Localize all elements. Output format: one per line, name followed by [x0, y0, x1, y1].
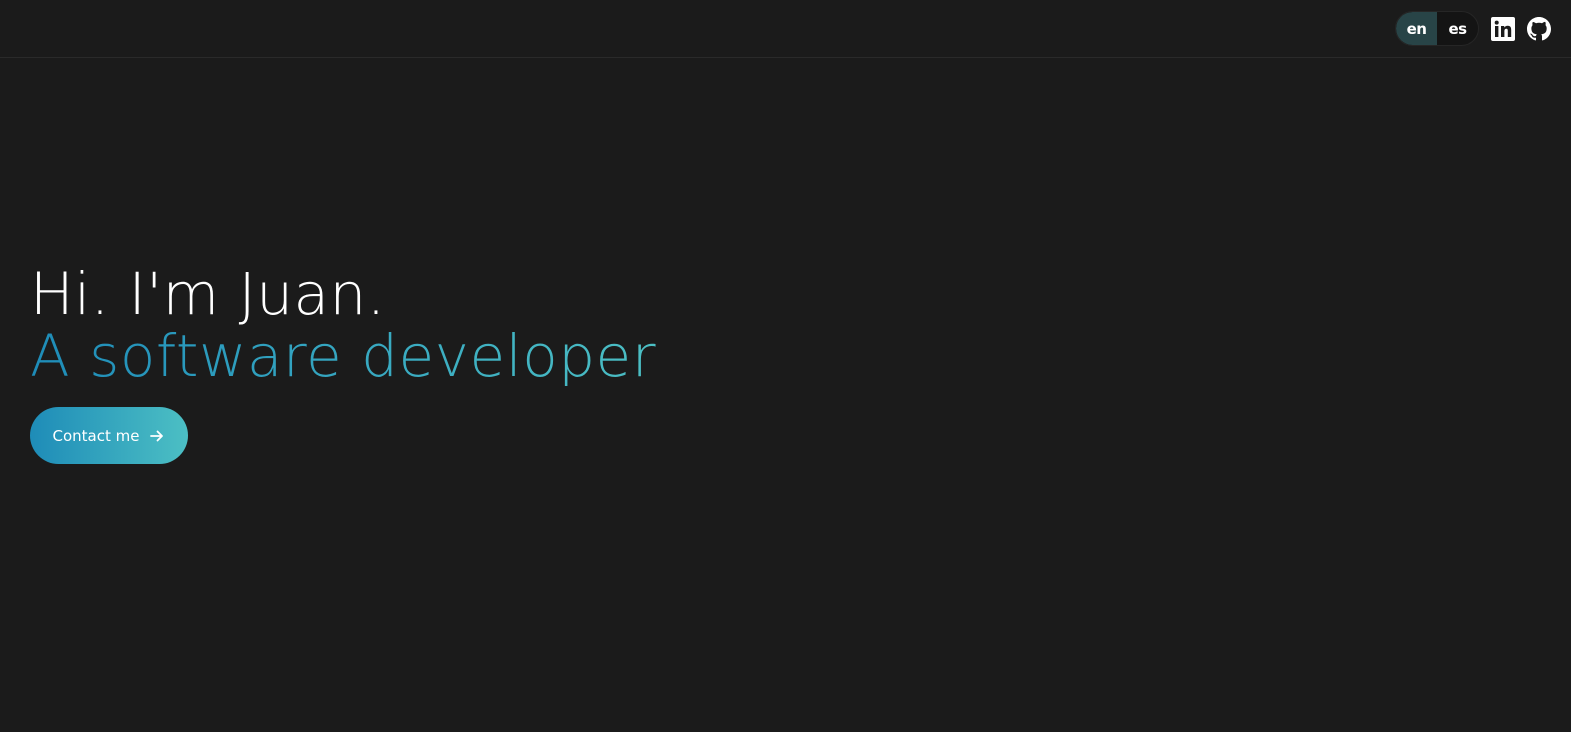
linkedin-icon[interactable]: [1491, 17, 1515, 41]
arrow-right-icon: [149, 428, 165, 444]
top-navbar: en es: [0, 0, 1571, 58]
lang-en-button[interactable]: en: [1396, 12, 1437, 45]
hero-greeting: Hi. I'm Juan.: [30, 260, 386, 328]
github-icon[interactable]: [1527, 17, 1551, 41]
language-switcher: en es: [1395, 11, 1479, 46]
contact-me-label: Contact me: [52, 426, 140, 445]
hero-section: Hi. I'm Juan. A software developer: [30, 262, 656, 386]
contact-me-button[interactable]: Contact me: [30, 407, 188, 464]
hero-role: A software developer: [30, 322, 657, 390]
lang-es-button[interactable]: es: [1437, 12, 1478, 45]
